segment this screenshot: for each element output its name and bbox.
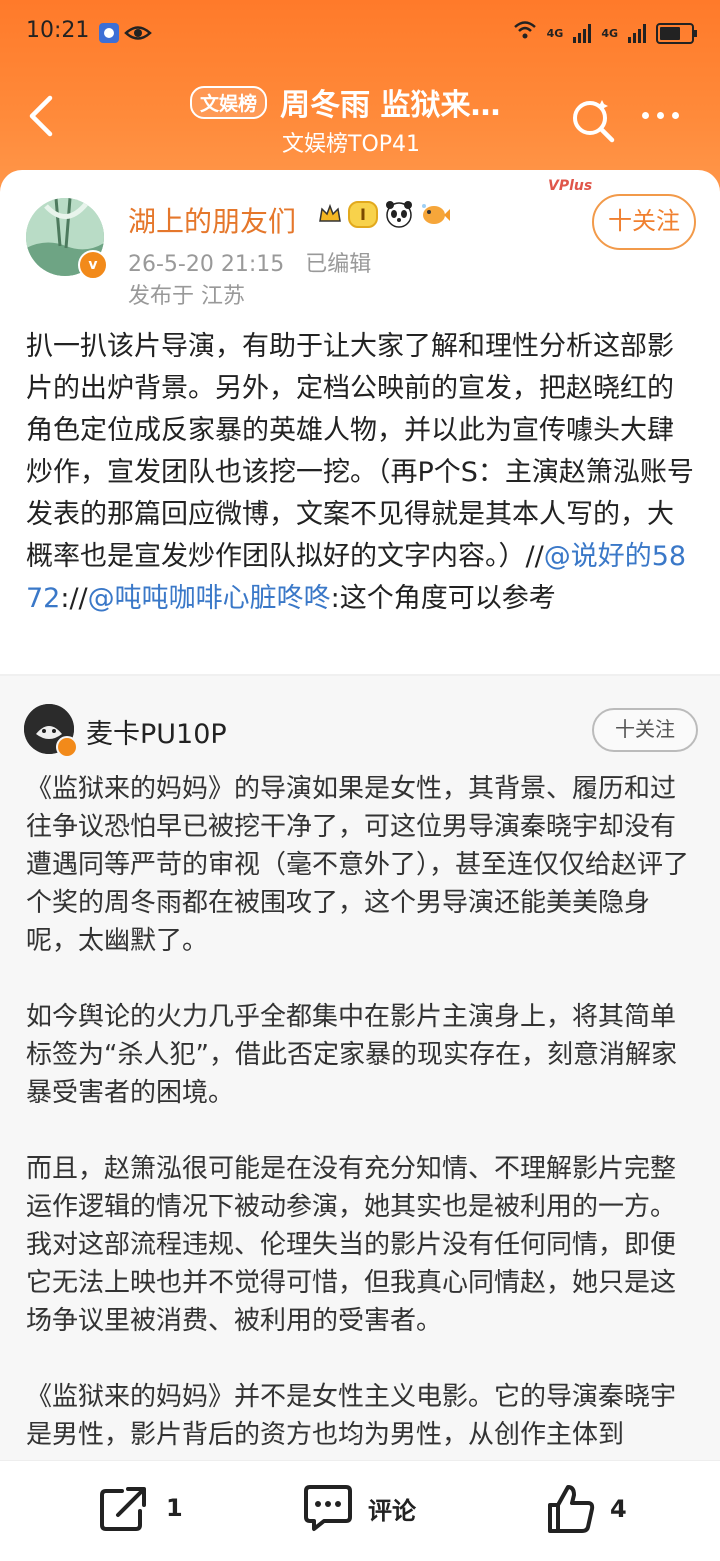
verified-badge [56, 736, 78, 758]
repost-button[interactable]: 1 [98, 1483, 183, 1533]
eye-icon [124, 22, 152, 50]
share-icon [100, 1487, 146, 1531]
comment-label: 评论 [368, 1496, 416, 1525]
repost-text: 《监狱来的妈妈》的导演如果是女性，其背景、履历和过往争议恐怕早已被挖干净了，可这… [26, 770, 698, 1492]
status-right: 4G 4G [513, 20, 697, 46]
repost-paragraph: 《监狱来的妈妈》并不是女性主义电影。它的导演秦晓宇是男性，影片背后的资方也均为男… [26, 1382, 677, 1450]
crown-icon [319, 203, 341, 222]
panda-icon [385, 201, 412, 228]
repost-paragraph: 如今舆论的火力几乎全都集中在影片主演身上，将其简单标签为“杀人犯”，借此否定家暴… [26, 1002, 677, 1108]
app-notification-icon [98, 22, 120, 50]
like-icon [548, 1485, 595, 1533]
signal-icon-2 [628, 23, 646, 43]
verified-badge: v [78, 250, 108, 280]
page-subtitle: 文娱榜TOP41 [282, 132, 421, 157]
more-icon [642, 112, 649, 119]
post-tail: :这个角度可以参考 [330, 583, 556, 614]
like-button[interactable]: 4 [546, 1483, 627, 1535]
bottom-action-bar: 1 评论 4 [0, 1460, 720, 1561]
repost-paragraph: 《监狱来的妈妈》的导演如果是女性，其背景、履历和过往争议恐怕早已被挖干净了，可这… [26, 774, 690, 956]
more-icon-dot [657, 112, 664, 119]
level-badge: I [348, 200, 378, 228]
signal-icon [573, 23, 592, 43]
wifi-icon [513, 20, 537, 46]
post-meta: 26-5-20 21:15 已编辑 [128, 246, 371, 278]
author-badges: I [318, 200, 450, 228]
author-name[interactable]: 湖上的朋友们 [128, 200, 296, 240]
back-button[interactable] [22, 92, 62, 140]
edited-label: 已编辑 [305, 252, 372, 277]
more-icon-dot [672, 112, 679, 119]
post-body: 扒一扒该片导演，有助于让大家了解和理性分析这部影片的出炉背景。另外，定档公映前的… [26, 331, 694, 572]
post-text: 扒一扒该片导演，有助于让大家了解和理性分析这部影片的出炉背景。另外，定档公映前的… [26, 326, 696, 620]
page-title: 周冬雨 监狱来… [280, 88, 501, 123]
search-icon [573, 100, 615, 143]
repost-paragraph: 而且，赵箫泓很可能是在没有充分知情、不理解影片完整运作逻辑的情况下被动参演，她其… [26, 1154, 677, 1336]
network-label-2: 4G [601, 26, 618, 40]
repost-separator: // [525, 541, 544, 572]
search-button[interactable] [570, 98, 616, 148]
network-label-1: 4G [546, 26, 564, 40]
post-location: 发布于 江苏 [128, 284, 245, 309]
fish-icon [421, 204, 450, 224]
topic-tag: 文娱榜 [190, 85, 268, 119]
more-button[interactable] [642, 112, 679, 119]
comment-icon [304, 1485, 352, 1531]
battery-icon [656, 22, 697, 44]
mention-link[interactable]: @吨吨咖啡心脏咚咚 [88, 583, 331, 614]
vplus-badge: VPlus [548, 178, 593, 194]
repost-count: 1 [166, 1494, 183, 1522]
comment-button[interactable]: 评论 [302, 1483, 416, 1533]
nav-title-area[interactable]: 文娱榜 周冬雨 监狱来… [190, 80, 550, 124]
repost-author-name[interactable]: 麦卡PU10P [86, 712, 227, 751]
status-time: 10:21 [26, 18, 90, 43]
post-timestamp: 26-5-20 21:15 [128, 252, 285, 277]
repost-separator: :// [60, 583, 88, 614]
follow-button[interactable]: 十关注 [592, 194, 696, 250]
status-bar: 10:21 4G 4G [26, 14, 697, 54]
repost-follow-button[interactable]: 十关注 [592, 708, 698, 752]
back-icon [29, 95, 53, 137]
like-count: 4 [610, 1495, 627, 1523]
